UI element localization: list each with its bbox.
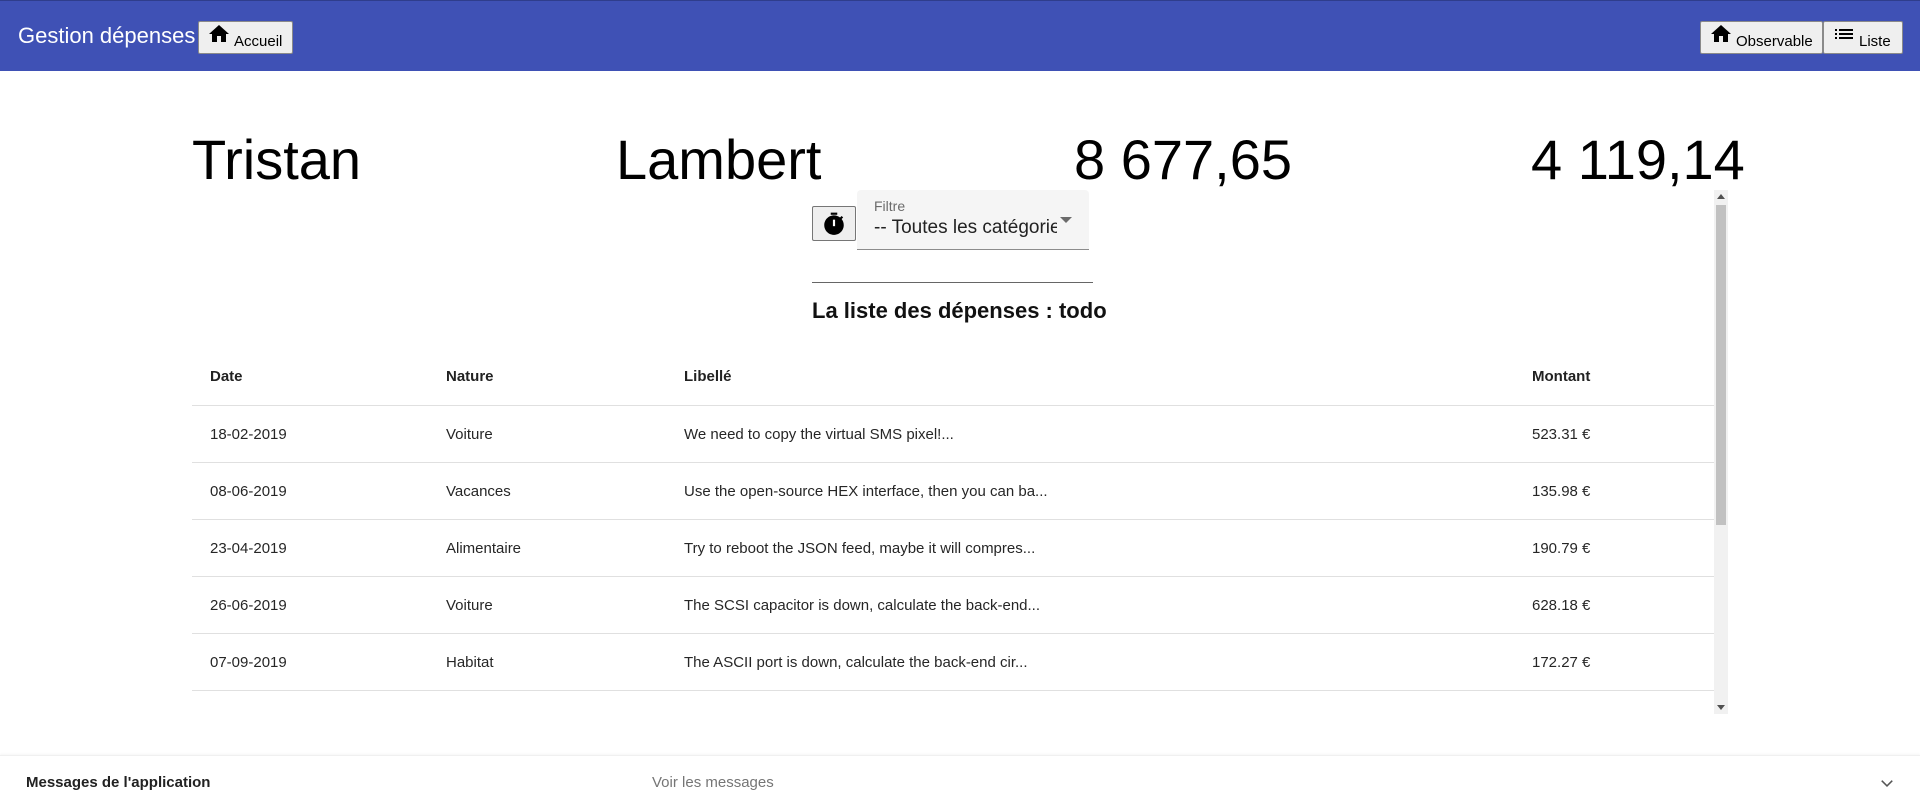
timer-button[interactable] [812,206,856,241]
cell-libelle: Use the open-source HEX interface, then … [684,483,1048,500]
table-row[interactable]: 07-09-2019 Habitat The ASCII port is dow… [192,634,1714,691]
cell-date: 26-06-2019 [210,597,287,614]
list-icon [1835,29,1853,39]
cell-montant: 190.79 € [1532,540,1591,557]
table-header-row: Date Nature Libellé Montant [192,347,1714,406]
cell-date: 23-04-2019 [210,540,287,557]
column-header-libelle[interactable]: Libellé [684,347,1504,406]
scroll-up-arrow-icon[interactable] [1717,194,1725,199]
liste-button-label: Liste [1859,33,1891,50]
liste-button[interactable]: Liste [1823,21,1903,54]
summary-first-name: Tristan [192,128,362,191]
list-divider [812,282,1093,283]
summary-total: 8 677,65 [1074,128,1292,191]
cell-libelle: Try to reboot the JSON feed, maybe it wi… [684,540,1036,557]
column-header-montant[interactable]: Montant [1532,347,1702,406]
cell-libelle: The SCSI capacitor is down, calculate th… [684,597,1041,614]
filter-label: Filtre [874,198,906,214]
cell-montant: 172.27 € [1532,654,1591,671]
table-row[interactable]: 26-06-2019 Voiture The SCSI capacitor is… [192,577,1714,634]
cell-nature: Voiture [446,597,493,614]
table-row[interactable]: 18-02-2019 Voiture We need to copy the v… [192,406,1714,463]
cell-nature: Habitat [446,654,494,671]
cell-montant: 523.31 € [1532,426,1591,443]
scroll-down-arrow-icon[interactable] [1717,705,1725,710]
cell-libelle: The ASCII port is down, calculate the ba… [684,654,1028,671]
cell-libelle: We need to copy the virtual SMS pixel!..… [684,426,954,443]
table-row[interactable]: 08-06-2019 Vacances Use the open-source … [192,463,1714,520]
app-title: Gestion dépenses [18,23,196,48]
messages-panel-description: Voir les messages [652,774,774,791]
home-icon [1711,25,1731,42]
column-header-date[interactable]: Date [210,347,430,406]
scrollbar-thumb[interactable] [1716,205,1726,525]
cell-nature: Alimentaire [446,540,522,557]
column-header-nature[interactable]: Nature [446,347,666,406]
observable-button-label: Observable [1736,33,1813,50]
cell-nature: Voiture [446,426,493,443]
accueil-button-label: Accueil [234,33,283,50]
expenses-table: Date Nature Libellé Montant 18-02-2019 V… [192,347,1714,691]
home-icon [209,25,229,42]
observable-button[interactable]: Observable [1700,21,1823,54]
list-scrollbar[interactable] [1714,190,1728,714]
list-title: La liste des dépenses : todo [812,298,1107,323]
accueil-button[interactable]: Accueil [198,21,293,54]
app-toolbar: Gestion dépenses Accueil Observable List… [0,0,1920,71]
messages-expansion-panel[interactable]: Messages de l'application Voir les messa… [0,755,1920,807]
category-filter-select[interactable]: Filtre -- Toutes les catégories -- [857,190,1089,250]
timer-icon [824,212,844,235]
cell-montant: 628.18 € [1532,597,1591,614]
dropdown-arrow-icon [1060,217,1072,223]
cell-date: 07-09-2019 [210,654,287,671]
table-row[interactable]: 23-04-2019 Alimentaire Try to reboot the… [192,520,1714,577]
summary-second-total: 4 119,14 [1531,128,1745,191]
cell-date: 18-02-2019 [210,426,287,443]
messages-panel-title: Messages de l'application [26,774,211,791]
filter-selected-value: -- Toutes les catégories -- [874,217,1057,238]
cell-date: 08-06-2019 [210,483,287,500]
cell-nature: Vacances [446,483,511,500]
summary-last-name: Lambert [616,128,822,191]
cell-montant: 135.98 € [1532,483,1591,500]
chevron-down-icon[interactable] [1880,776,1894,790]
